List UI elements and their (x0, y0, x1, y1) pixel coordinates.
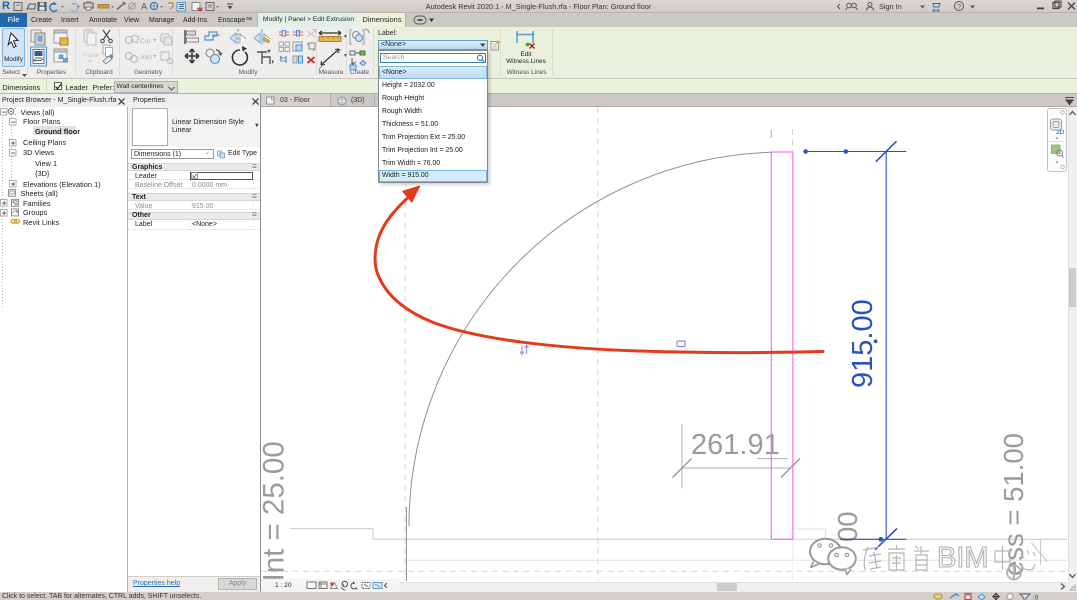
svg-text:00: 00 (832, 511, 863, 542)
svg-text:Cut: Cut (140, 38, 150, 45)
svg-text:2D: 2D (1056, 129, 1065, 136)
svg-text:Paste: Paste (83, 52, 100, 59)
svg-text:BIM: BIM (937, 542, 989, 574)
svg-text:?: ? (957, 2, 961, 11)
svg-text:Join: Join (140, 54, 152, 61)
svg-text:Int = 25.00: Int = 25.00 (261, 441, 291, 581)
svg-text:Sign In: Sign In (879, 2, 902, 11)
svg-text:915.00: 915.00 (847, 299, 879, 388)
svg-text:261.91: 261.91 (691, 429, 780, 461)
svg-text::0: :0 (1033, 595, 1039, 600)
